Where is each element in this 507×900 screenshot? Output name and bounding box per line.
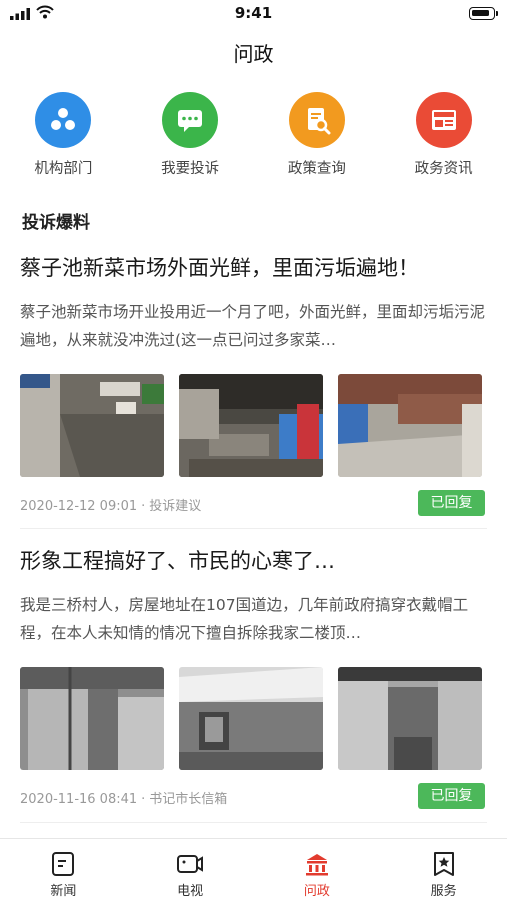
quick-label: 机构部门 [34,161,93,177]
tab-tv[interactable]: 电视 [127,839,254,900]
policy-search-icon [288,92,345,148]
post-photo[interactable] [20,667,164,770]
status-time: 9:41 [234,4,273,22]
meta-separator: · [141,792,146,807]
meta-separator: · [141,499,146,514]
tab-label: 电视 [177,884,204,899]
post-title[interactable]: 蔡子池新菜市场外面光鲜，里面污垢遍地！ [20,252,487,282]
tab-news[interactable]: 新闻 [0,839,127,900]
quick-label: 我要投诉 [161,161,220,177]
status-badge: 已回复 [418,490,485,516]
quick-label: 政务资讯 [414,161,473,177]
tab-label: 新闻 [50,884,77,899]
complaint-post[interactable]: 形象工程搞好了、市民的心寒了… 我是三桥村人，房屋地址在107国道边，几年前政府… [20,545,487,809]
quick-item-complaint[interactable]: 我要投诉 [127,92,254,187]
tv-tab-icon [177,855,204,873]
divider [20,822,487,823]
post-photo[interactable] [338,374,482,477]
service-tab-icon [433,852,454,876]
post-date: 2020-12-12 09:01 [20,499,138,514]
quick-item-policy[interactable]: 政策查询 [254,92,381,187]
post-images [20,374,487,477]
tab-wenzheng[interactable]: 问政 [254,839,381,900]
tab-service[interactable]: 服务 [380,839,507,900]
post-photo[interactable] [179,374,323,477]
complaint-post[interactable]: 蔡子池新菜市场外面光鲜，里面污垢遍地！ 蔡子池新菜市场开业投用近一个月了吧，外面… [20,252,487,516]
government-tab-icon [305,854,328,876]
complaint-chat-icon [162,92,219,148]
divider [20,528,487,529]
post-date: 2020-11-16 08:41 [20,792,138,807]
post-meta: 2020-11-16 08:41 · 书记市长信箱 [20,788,227,807]
news-icon [415,92,472,148]
post-photo[interactable] [338,667,482,770]
status-badge: 已回复 [418,783,485,809]
post-images [20,667,487,770]
news-tab-icon [52,852,75,876]
post-category: 投诉建议 [149,499,202,514]
post-category: 书记市长信箱 [149,792,228,807]
status-bar: 9:41 [0,0,507,28]
tab-bar: 新闻 电视 问政 服务 [0,838,507,900]
tab-label: 服务 [430,884,457,899]
post-photo[interactable] [20,374,164,477]
section-title: 投诉爆料 [22,213,90,233]
quick-item-organization[interactable]: 机构部门 [0,92,127,187]
tab-label: 问政 [303,884,330,899]
quick-nav: 机构部门 我要投诉 政策查询 政务资讯 [0,92,507,187]
post-meta: 2020-12-12 09:01 · 投诉建议 [20,495,201,514]
post-photo[interactable] [179,667,323,770]
post-body: 我是三桥村人，房屋地址在107国道边，几年前政府搞穿衣戴帽工程，在本人未知情的情… [20,596,469,642]
quick-label: 政策查询 [287,161,346,177]
post-title[interactable]: 形象工程搞好了、市民的心寒了… [20,545,487,575]
battery-icon [469,7,498,20]
organization-icon [35,92,92,148]
quick-item-news[interactable]: 政务资讯 [380,92,507,187]
post-body: 蔡子池新菜市场开业投用近一个月了吧，外面光鲜，里面却污垢污泥遍地，从来就没冲洗过… [20,303,486,349]
page-title: 问政 [233,42,274,66]
